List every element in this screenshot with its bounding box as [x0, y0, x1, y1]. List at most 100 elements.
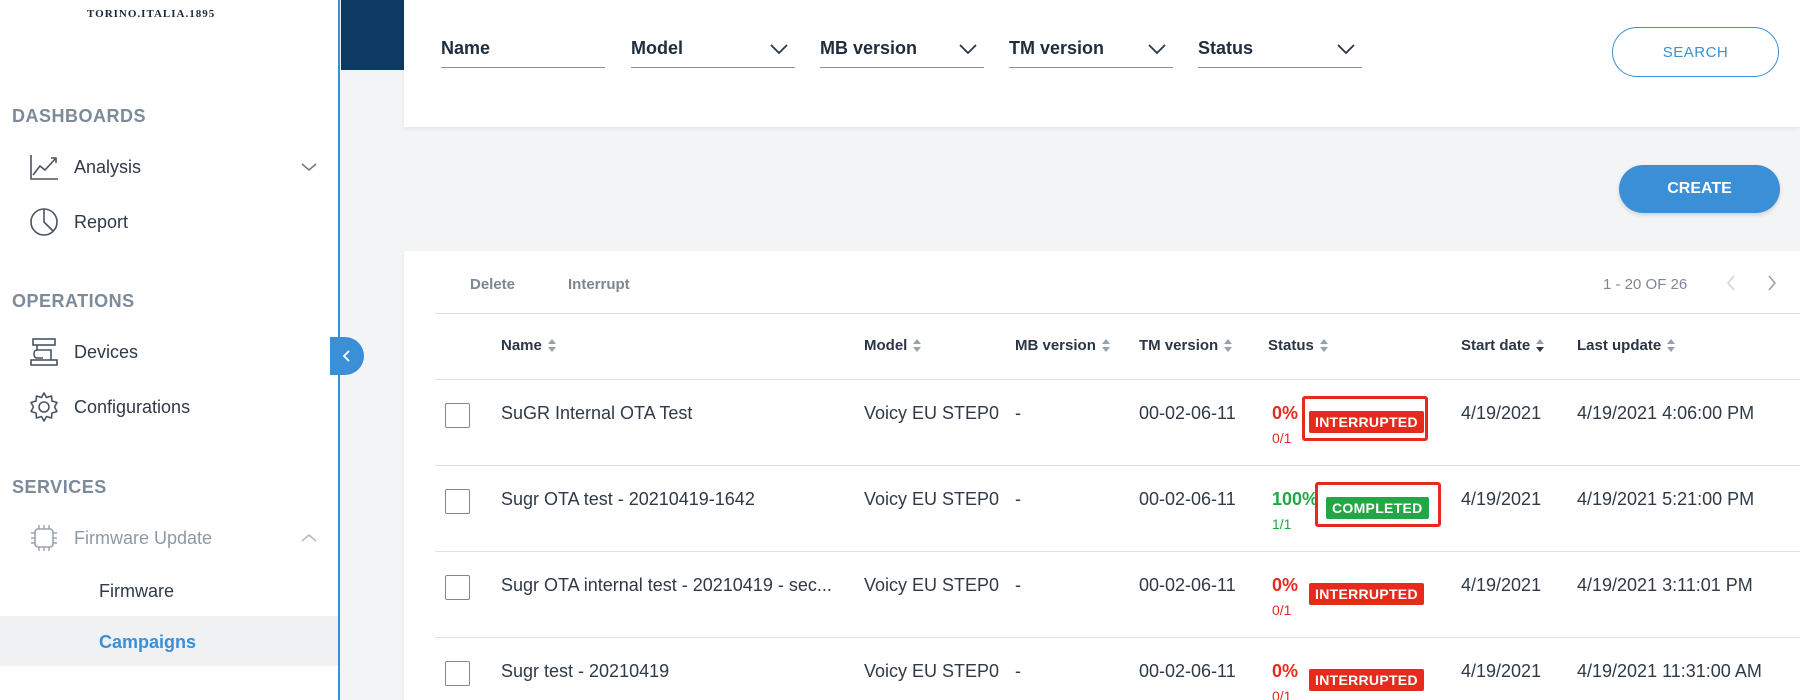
chevron-down-icon: [300, 158, 318, 176]
sidebar-item-label: Analysis: [74, 156, 142, 177]
row-progress-percent: 0%: [1272, 661, 1299, 681]
column-header-label: TM version: [1139, 337, 1219, 354]
chevron-down-icon: [770, 44, 788, 55]
row-mb-version: -: [1015, 575, 1021, 595]
column-header-label: Status: [1268, 337, 1314, 354]
campaigns-table: Delete Interrupt 1 - 20 OF 26 Name Model…: [404, 251, 1800, 700]
column-header-label: Name: [501, 337, 542, 354]
table-row[interactable]: Sugr OTA test - 20210419-1642 Voicy EU S…: [435, 466, 1800, 552]
column-header-status[interactable]: Status: [1268, 337, 1329, 354]
row-start-date: 4/19/2021: [1461, 489, 1542, 509]
name-filter-input[interactable]: Name: [441, 28, 605, 68]
sort-icon: [1666, 338, 1676, 354]
row-progress-percent: 100%: [1272, 489, 1319, 509]
row-model: Voicy EU STEP0: [864, 661, 1000, 681]
gear-icon: [28, 391, 60, 423]
sidebar-item-configurations[interactable]: Configurations: [28, 387, 190, 427]
chevron-down-icon: [1337, 44, 1355, 55]
tm-version-filter-select[interactable]: TM version: [1009, 28, 1173, 68]
model-filter-label: Model: [631, 38, 683, 58]
device-icon: [28, 336, 60, 368]
sort-icon: [912, 338, 922, 354]
table-row[interactable]: SuGR Internal OTA Test Voicy EU STEP0 - …: [435, 380, 1800, 466]
status-badge: INTERRUPTED: [1309, 583, 1424, 605]
line-chart-icon: [28, 151, 60, 183]
row-checkbox[interactable]: [445, 489, 470, 514]
row-name: Sugr OTA internal test - 20210419 - sec.…: [501, 575, 832, 595]
interrupt-button[interactable]: Interrupt: [568, 276, 630, 293]
row-tm-version: 00-02-06-11: [1139, 403, 1236, 423]
status-filter-label: Status: [1198, 38, 1254, 58]
pagination-info: 1 - 20 OF 26: [1603, 276, 1688, 293]
chevron-left-icon[interactable]: [1722, 273, 1740, 293]
search-button[interactable]: SEARCH: [1612, 27, 1779, 77]
sort-icon: [1223, 338, 1233, 354]
table-row[interactable]: Sugr OTA internal test - 20210419 - sec.…: [435, 552, 1800, 638]
model-filter-select[interactable]: Model: [631, 28, 795, 68]
create-button[interactable]: CREATE: [1619, 165, 1780, 213]
sidebar-item-label: Devices: [74, 341, 139, 362]
status-badge: INTERRUPTED: [1309, 669, 1424, 691]
status-badge: COMPLETED: [1326, 497, 1429, 519]
row-model: Voicy EU STEP0: [864, 489, 1000, 509]
sidebar-item-campaigns[interactable]: Campaigns: [99, 632, 196, 653]
row-model: Voicy EU STEP0: [864, 403, 1000, 423]
row-start-date: 4/19/2021: [1461, 575, 1542, 595]
row-progress-percent: 0%: [1272, 575, 1299, 595]
row-checkbox[interactable]: [445, 661, 470, 686]
chevron-up-icon: [300, 529, 318, 547]
sidebar-item-label: Firmware Update: [74, 527, 213, 548]
column-header-name[interactable]: Name: [501, 337, 557, 354]
table-row[interactable]: Sugr test - 20210419 Voicy EU STEP0 - 00…: [435, 638, 1800, 700]
mb-version-filter-label: MB version: [820, 38, 918, 58]
sidebar-item-devices[interactable]: Devices: [28, 332, 138, 372]
sidebar-item-analysis[interactable]: Analysis: [28, 147, 318, 187]
row-name: Sugr test - 20210419: [501, 661, 670, 681]
sidebar-item-label: Report: [74, 211, 129, 232]
sort-icon: [547, 338, 557, 354]
sidebar-collapse-button[interactable]: [330, 337, 364, 375]
row-mb-version: -: [1015, 661, 1021, 681]
row-mb-version: -: [1015, 489, 1021, 509]
sidebar-item-firmware-update[interactable]: Firmware Update: [28, 518, 318, 558]
column-header-model[interactable]: Model: [864, 337, 922, 354]
status-filter-select[interactable]: Status: [1198, 28, 1362, 68]
sort-icon: [1101, 338, 1111, 354]
sort-icon: [1319, 338, 1329, 354]
row-last-update: 4/19/2021 11:31:00 AM: [1577, 661, 1762, 681]
delete-button[interactable]: Delete: [470, 276, 515, 293]
chip-icon: [28, 522, 60, 554]
chevron-right-icon[interactable]: [1763, 273, 1781, 293]
sidebar-item-report[interactable]: Report: [28, 202, 128, 242]
mb-version-filter-select[interactable]: MB version: [820, 28, 984, 68]
header-strip: [341, 0, 404, 70]
sidebar-item-firmware[interactable]: Firmware: [99, 581, 174, 602]
sidebar-item-label: Configurations: [74, 396, 191, 417]
row-last-update: 4/19/2021 5:21:00 PM: [1577, 489, 1755, 509]
column-header-label: MB version: [1015, 337, 1096, 354]
row-last-update: 4/19/2021 4:06:00 PM: [1577, 403, 1755, 423]
row-checkbox[interactable]: [445, 575, 470, 600]
column-header-label: Last update: [1577, 337, 1662, 354]
column-header-tm-version[interactable]: TM version: [1139, 337, 1233, 354]
name-filter-label: Name: [441, 38, 491, 58]
pie-chart-icon: [28, 206, 60, 238]
brand-logo: TORINO.ITALIA.1895: [87, 8, 216, 20]
chevron-down-icon: [1148, 44, 1166, 55]
chevron-down-icon: [959, 44, 977, 55]
row-name: SuGR Internal OTA Test: [501, 403, 693, 423]
row-tm-version: 00-02-06-11: [1139, 575, 1236, 595]
row-start-date: 4/19/2021: [1461, 661, 1542, 681]
row-checkbox[interactable]: [445, 403, 470, 428]
status-badge: INTERRUPTED: [1309, 411, 1424, 433]
column-header-mb-version[interactable]: MB version: [1015, 337, 1111, 354]
column-header-last-update[interactable]: Last update: [1577, 337, 1676, 354]
chevron-left-icon: [342, 350, 350, 362]
divider: [435, 313, 1800, 314]
tm-version-filter-label: TM version: [1009, 38, 1105, 58]
column-header-start-date[interactable]: Start date: [1461, 337, 1545, 354]
sidebar: TORINO.ITALIA.1895 DASHBOARDS Analysis R…: [0, 0, 340, 700]
row-progress-percent: 0%: [1272, 403, 1299, 423]
row-name: Sugr OTA test - 20210419-1642: [501, 489, 755, 509]
section-services: SERVICES: [12, 477, 107, 497]
